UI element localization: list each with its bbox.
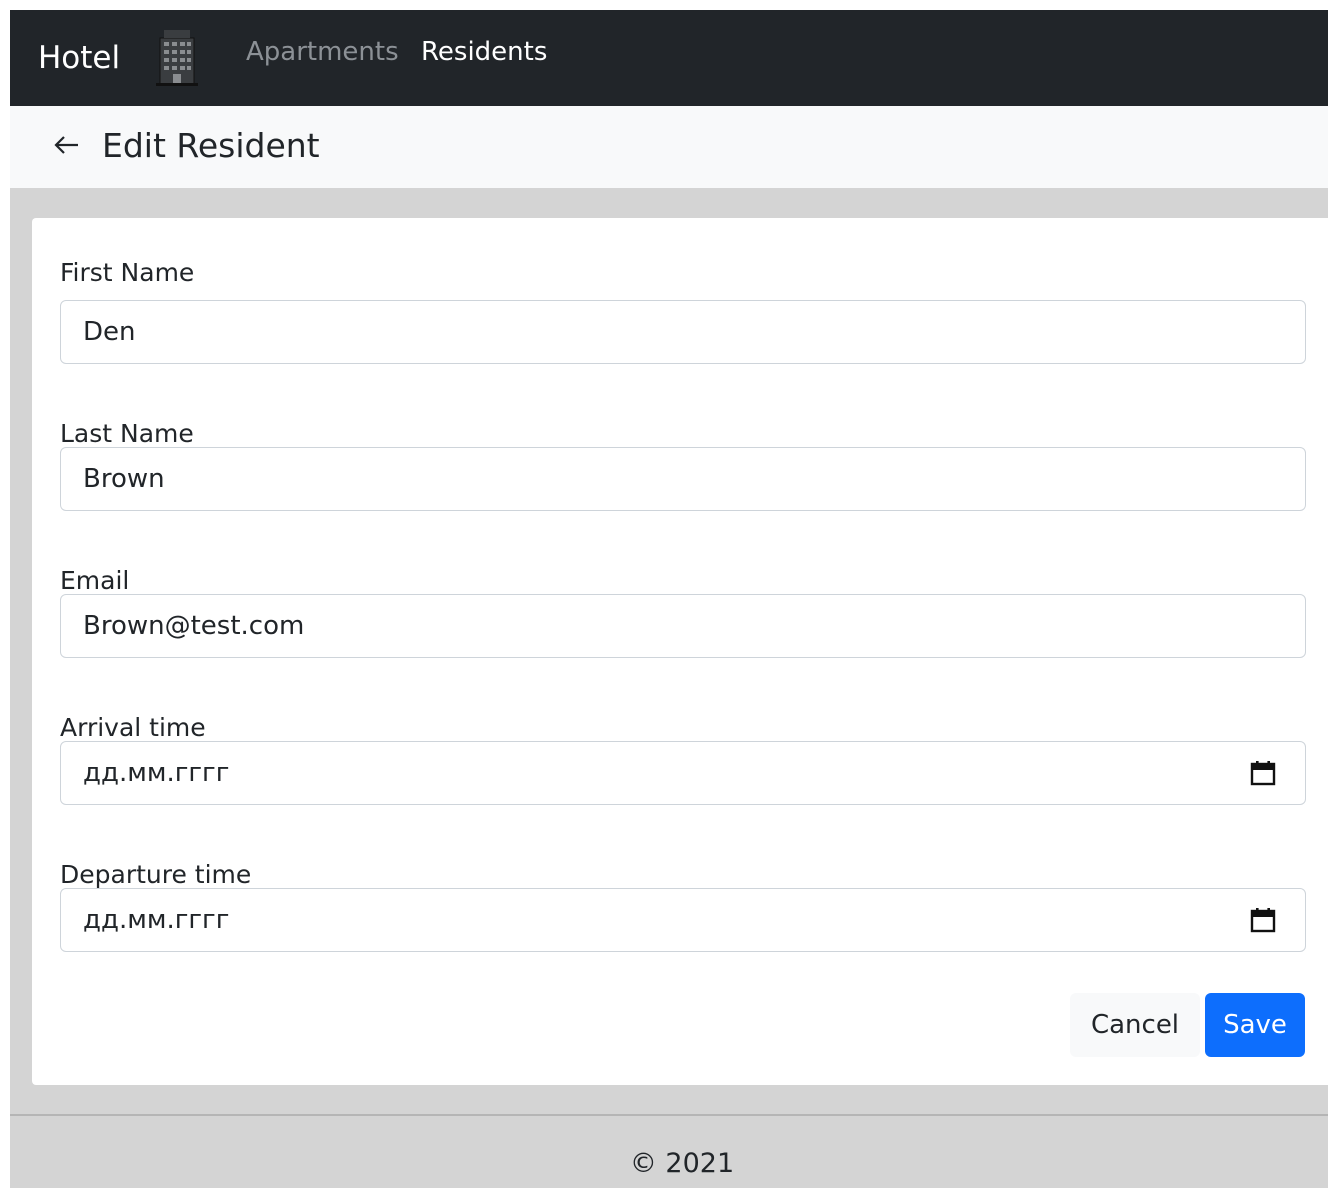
first-name-input[interactable]: Den bbox=[60, 300, 1306, 364]
footer-divider bbox=[10, 1114, 1328, 1116]
email-label: Email bbox=[60, 566, 130, 595]
departure-time-input[interactable]: дд.мм.гггг bbox=[60, 888, 1306, 952]
calendar-icon[interactable] bbox=[1249, 906, 1277, 934]
footer-copyright: © 2021 bbox=[629, 1148, 735, 1179]
save-button[interactable]: Save bbox=[1205, 993, 1305, 1057]
arrival-time-label: Arrival time bbox=[60, 713, 206, 742]
app-frame: Hotel Apartments Residents Edit Resident… bbox=[10, 10, 1328, 1188]
last-name-value: Brown bbox=[83, 464, 165, 494]
cancel-button[interactable]: Cancel bbox=[1070, 993, 1200, 1057]
hotel-building-icon bbox=[156, 30, 198, 86]
arrow-left-icon[interactable] bbox=[52, 130, 82, 160]
first-name-label: First Name bbox=[60, 258, 195, 287]
page-header: Edit Resident bbox=[10, 106, 1328, 188]
departure-time-label: Departure time bbox=[60, 860, 252, 889]
last-name-input[interactable]: Brown bbox=[60, 447, 1306, 511]
brand-name[interactable]: Hotel bbox=[38, 38, 120, 78]
email-value: Brown@test.com bbox=[83, 611, 305, 641]
top-navbar: Hotel Apartments Residents bbox=[10, 10, 1328, 106]
nav-link-apartments[interactable]: Apartments bbox=[246, 34, 399, 70]
calendar-icon[interactable] bbox=[1249, 759, 1277, 787]
edit-resident-form: First Name Den Last Name Brown Email Bro… bbox=[32, 218, 1328, 1085]
arrival-time-placeholder: дд.мм.гггг bbox=[83, 758, 230, 788]
departure-time-placeholder: дд.мм.гггг bbox=[83, 905, 230, 935]
nav-link-residents[interactable]: Residents bbox=[421, 34, 547, 70]
last-name-label: Last Name bbox=[60, 419, 194, 448]
page-title: Edit Resident bbox=[102, 126, 320, 165]
first-name-value: Den bbox=[83, 317, 136, 347]
email-input[interactable]: Brown@test.com bbox=[60, 594, 1306, 658]
arrival-time-input[interactable]: дд.мм.гггг bbox=[60, 741, 1306, 805]
